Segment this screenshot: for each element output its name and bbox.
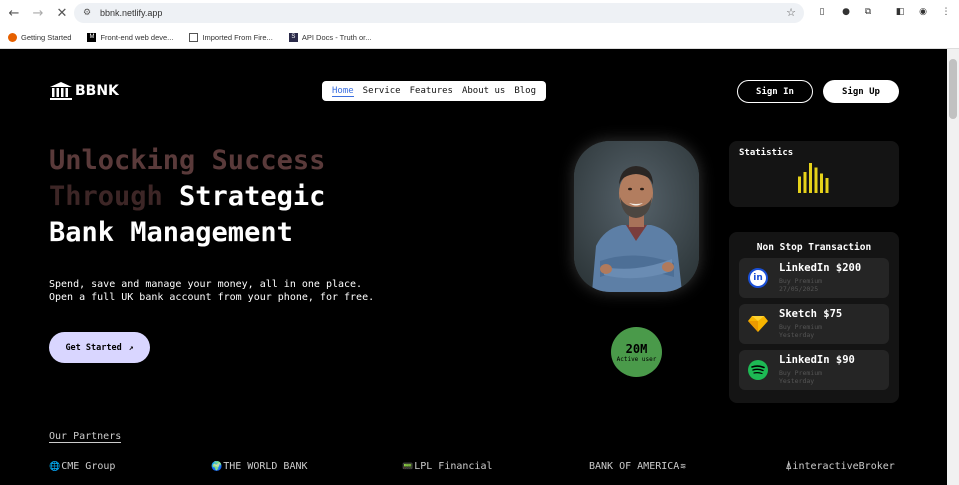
nav-about-us[interactable]: About us (462, 86, 505, 96)
globe-icon: 🌐 (49, 461, 61, 472)
toolbar: ← → ✕ ⚙ bbnk.netlify.app ☆ ▯ ● ⧉ ◧ ◉ ⋮ (0, 0, 959, 26)
page-scrollbar[interactable] (947, 49, 959, 485)
partner-label: CME Group (61, 461, 116, 472)
statistics-bar (809, 163, 812, 193)
spotify-icon (748, 360, 768, 380)
side-panel-icon[interactable]: ◧ (893, 5, 907, 19)
extensions-puzzle-icon[interactable]: ⧉ (861, 5, 875, 19)
transaction-desc: Buy Premium (779, 323, 823, 331)
statistics-bar (825, 178, 829, 193)
bookmarks-bar: Getting Started M Front-end web deve... … (0, 27, 959, 47)
statistics-bar (814, 167, 818, 193)
address-bar[interactable]: ⚙ bbnk.netlify.app ☆ (74, 3, 804, 23)
statistics-bar (803, 172, 807, 193)
bookmark-label: Getting Started (21, 32, 72, 42)
hero-photo (574, 141, 699, 292)
bookmark-item[interactable]: M Front-end web deve... (87, 32, 174, 42)
browser-chrome: ← → ✕ ⚙ bbnk.netlify.app ☆ ▯ ● ⧉ ◧ ◉ ⋮ G… (0, 0, 959, 49)
statistics-bar-chart (798, 163, 829, 193)
bookmark-label: API Docs - Truth or... (301, 32, 372, 42)
partners-title: Our Partners (49, 431, 122, 443)
sign-in-button[interactable]: Sign In (737, 80, 813, 103)
bookmark-label: Front-end web deve... (100, 32, 174, 42)
page: BBNK Home Service Features About us Blog… (0, 49, 947, 485)
boa-flag-icon: ≋ (680, 461, 686, 472)
transaction-desc: Buy Premium (779, 277, 823, 285)
headline-line-3: Bank Management (49, 217, 293, 248)
partner-label: THE WORLD BANK (223, 461, 308, 472)
transaction-name: LinkedIn $90 (779, 354, 855, 366)
partner-label: BANK OF AMERICA (589, 461, 680, 472)
bank-icon (50, 82, 72, 100)
headline-line-2a: Through (49, 181, 180, 212)
hero-subtext: Spend, save and manage your money, all i… (49, 278, 374, 304)
transaction-item[interactable]: LinkedIn $90 Buy Premium Yesterday (739, 350, 889, 390)
active-users-value: 20M (625, 341, 648, 356)
partner-world-bank[interactable]: 🌍 THE WORLD BANK (211, 461, 308, 472)
get-started-label: Get Started (65, 342, 122, 353)
headline-line-1: Unlocking Success (49, 145, 326, 176)
transaction-name: Sketch $75 (779, 308, 843, 320)
nav-blog[interactable]: Blog (514, 86, 536, 96)
bookmark-item[interactable]: S API Docs - Truth or... (288, 32, 372, 42)
partner-interactive-broker[interactable]: ⍋ interactiveBroker (786, 461, 895, 472)
sketch-icon (748, 314, 768, 334)
active-users-badge: 20M Active user (611, 327, 662, 377)
transactions-card: Non Stop Transaction in LinkedIn $200 Bu… (729, 232, 899, 403)
forward-button[interactable]: → (28, 3, 48, 23)
bookmark-item[interactable]: Imported From Fire... (189, 32, 273, 42)
transaction-item[interactable]: Sketch $75 Buy Premium Yesterday (739, 304, 889, 344)
smiling-man-image (574, 141, 699, 292)
partner-label: LPL Financial (414, 461, 493, 472)
back-button[interactable]: ← (4, 3, 24, 23)
ib-icon: ⍋ (786, 461, 792, 472)
active-users-label: Active user (616, 355, 657, 363)
firefox-icon (8, 32, 17, 42)
transaction-desc: Buy Premium (779, 369, 823, 377)
site-info-icon[interactable]: ⚙ (80, 6, 94, 20)
bookmark-label: Imported From Fire... (202, 32, 273, 42)
lpl-icon: 📟 (402, 461, 414, 472)
address-url[interactable]: bbnk.netlify.app (100, 8, 162, 18)
nav-home[interactable]: Home (331, 86, 354, 97)
get-started-button[interactable]: Get Started ↗ (49, 332, 150, 363)
mdn-icon: M (87, 32, 97, 42)
linkedin-icon: in (748, 268, 768, 288)
transaction-name: LinkedIn $200 (779, 262, 862, 274)
statistics-bar (820, 173, 823, 193)
transaction-item[interactable]: in LinkedIn $200 Buy Premium 27/05/2025 (739, 258, 889, 298)
arrow-up-right-icon: ↗ (128, 343, 134, 352)
world-icon: 🌍 (211, 461, 223, 472)
extension-green-icon[interactable]: ● (839, 5, 853, 19)
profile-avatar-icon[interactable]: ◉ (916, 5, 930, 19)
bookmark-item[interactable]: Getting Started (8, 32, 72, 42)
sign-up-button[interactable]: Sign Up (823, 80, 899, 103)
statistics-card: Statistics (729, 141, 899, 207)
nav-service[interactable]: Service (363, 86, 401, 96)
transactions-title: Non Stop Transaction (756, 242, 872, 253)
headline-line-2b: Strategic (179, 181, 326, 212)
nav-features[interactable]: Features (410, 86, 453, 96)
partner-bank-of-america[interactable]: BANK OF AMERICA ≋ (589, 461, 687, 472)
subtext-line-1: Spend, save and manage your money, all i… (49, 279, 363, 290)
partner-lpl-financial[interactable]: 📟 LPL Financial (402, 461, 493, 472)
stop-loading-button[interactable]: ✕ (52, 3, 72, 23)
subtext-line-2: Open a full UK bank account from your ph… (49, 292, 375, 303)
partner-cme-group[interactable]: 🌐 CME Group (49, 461, 115, 472)
logo-text: BBNK (75, 83, 119, 99)
scrollbar-thumb[interactable] (949, 59, 957, 119)
menu-kebab-icon[interactable]: ⋮ (939, 5, 953, 19)
site-logo[interactable]: BBNK (50, 82, 119, 100)
transaction-date: Yesterday (779, 377, 815, 385)
transaction-date: Yesterday (779, 331, 815, 339)
folder-icon (189, 32, 199, 42)
api-docs-icon: S (288, 32, 298, 42)
main-nav: Home Service Features About us Blog (322, 81, 546, 101)
statistics-bar (798, 176, 801, 193)
bookmark-star-icon[interactable]: ☆ (786, 6, 796, 19)
partner-label: interactiveBroker (792, 461, 895, 472)
extension-doc-icon[interactable]: ▯ (815, 5, 829, 19)
hero-headline: Unlocking Success Through Strategic Bank… (49, 143, 325, 251)
transaction-date: 27/05/2025 (779, 285, 819, 293)
